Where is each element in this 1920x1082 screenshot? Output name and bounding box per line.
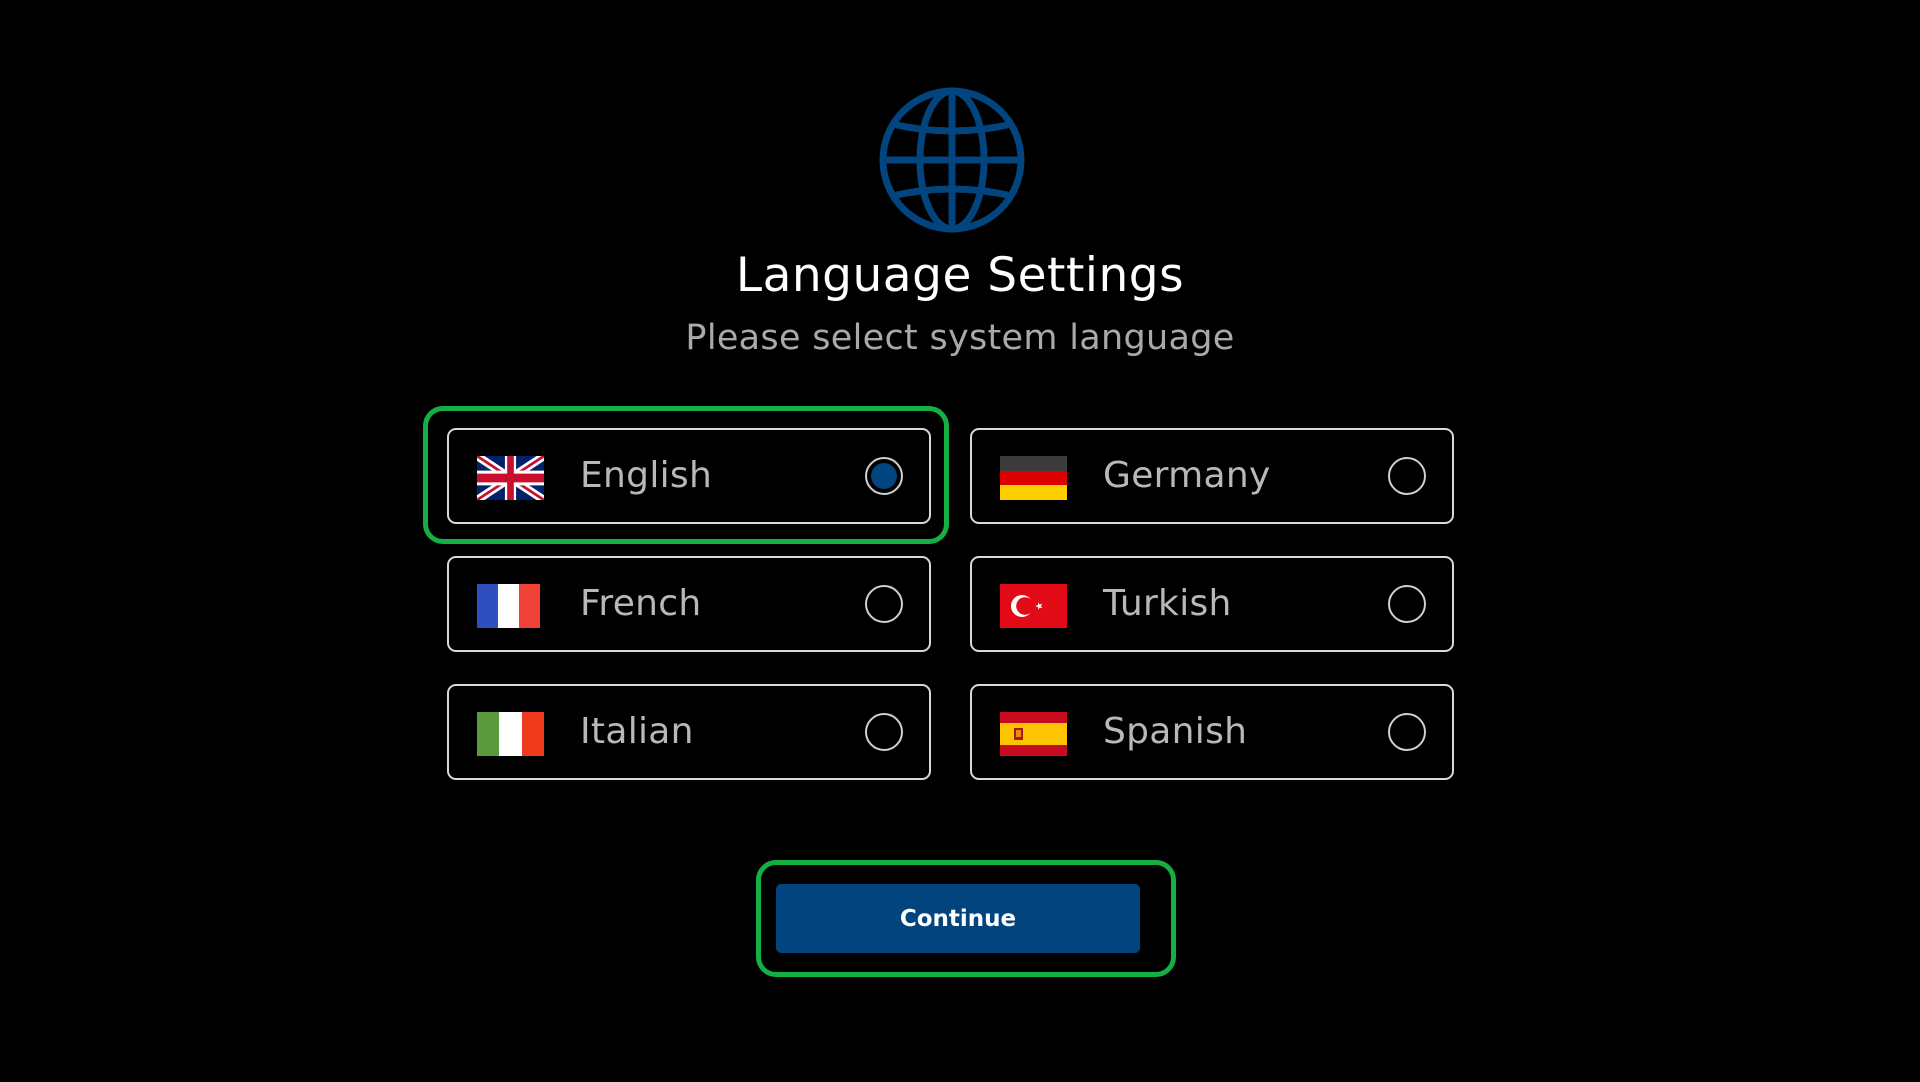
language-settings-screen: Language Settings Please select system l… — [0, 0, 1920, 1082]
continue-button[interactable]: Continue — [776, 884, 1140, 953]
language-option-french[interactable]: French — [447, 556, 931, 652]
globe-icon — [879, 87, 1025, 233]
radio-italian[interactable] — [865, 713, 903, 751]
page-title: Language Settings — [735, 248, 1185, 303]
radio-french[interactable] — [865, 585, 903, 623]
radio-turkish[interactable] — [1388, 585, 1426, 623]
italy-flag-icon — [477, 712, 544, 756]
language-option-english[interactable]: English — [447, 428, 931, 524]
language-option-italian[interactable]: Italian — [447, 684, 931, 780]
language-label: Italian — [580, 711, 694, 752]
uk-flag-icon — [477, 456, 544, 500]
germany-flag-icon — [1000, 456, 1067, 500]
language-option-turkish[interactable]: Turkish — [970, 556, 1454, 652]
turkey-flag-icon — [1000, 584, 1067, 628]
language-label: French — [580, 583, 702, 624]
radio-english[interactable] — [865, 457, 903, 495]
language-label: English — [580, 455, 713, 496]
language-label: Turkish — [1103, 583, 1232, 624]
language-label: Germany — [1103, 455, 1271, 496]
language-label: Spanish — [1103, 711, 1248, 752]
page-subtitle: Please select system language — [685, 318, 1235, 358]
language-option-germany[interactable]: Germany — [970, 428, 1454, 524]
radio-selected-dot — [871, 463, 897, 489]
language-option-spanish[interactable]: Spanish — [970, 684, 1454, 780]
radio-spanish[interactable] — [1388, 713, 1426, 751]
spain-flag-icon — [1000, 712, 1067, 756]
france-flag-icon — [477, 584, 540, 628]
radio-germany[interactable] — [1388, 457, 1426, 495]
